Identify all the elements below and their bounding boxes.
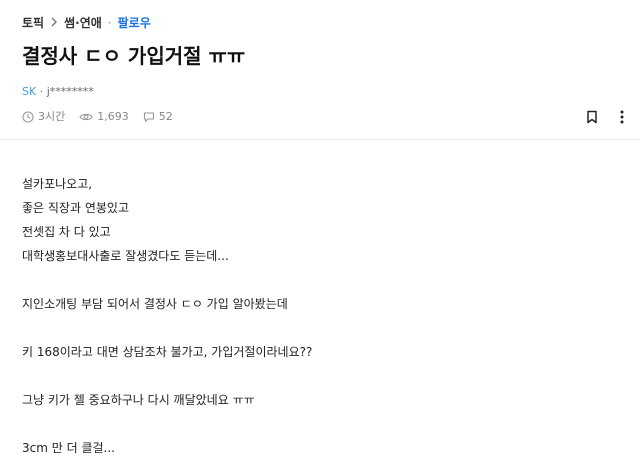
- chevron-right-icon: [50, 14, 58, 32]
- author-id: j********: [46, 85, 94, 98]
- more-vertical-icon: [620, 110, 624, 124]
- content-gap: [22, 364, 312, 388]
- eye-icon: [79, 113, 93, 121]
- view-count: 1,693: [97, 110, 129, 123]
- content-line: 지인소개팅 부담 되어서 결정사 ㄷㅇ 가입 알아봤는데: [22, 297, 288, 311]
- post-content: 설카포나오고, 좋은 직장과 연봉있고 전셋집 차 다 있고 대학생홍보대사출로…: [22, 172, 312, 460]
- post-actions: [586, 109, 624, 128]
- content-line: 그냥 키가 젤 중요하구나 다시 깨달았네요 ㅠㅠ: [22, 393, 255, 407]
- content-gap: [22, 268, 312, 292]
- clock-icon: [22, 111, 34, 123]
- breadcrumb-topic[interactable]: 토픽: [22, 14, 44, 32]
- follow-button[interactable]: 팔로우: [118, 14, 151, 32]
- content-line: 설카포나오고,: [22, 177, 93, 191]
- speech-bubble-icon: [143, 112, 154, 122]
- content-line: 키 168이라고 대면 상담조차 불가고, 가입거절이라네요??: [22, 345, 313, 359]
- breadcrumb: 토픽 썸·연애 · 팔로우: [22, 14, 151, 32]
- bookmark-icon: [587, 110, 597, 124]
- author-info: SK · j********: [22, 84, 94, 100]
- comments-stat[interactable]: 52: [143, 109, 173, 125]
- comment-count: 52: [158, 110, 173, 123]
- author-company[interactable]: SK: [22, 85, 36, 98]
- author-separator: ·: [36, 85, 47, 98]
- content-line: 좋은 직장과 연봉있고: [22, 201, 129, 215]
- more-button[interactable]: [620, 109, 624, 128]
- content-line: 전셋집 차 다 있고: [22, 225, 111, 239]
- breadcrumb-category[interactable]: 썸·연애: [64, 14, 102, 32]
- content-line: 대학생홍보대사출로 잘생겼다도 듣는데...: [22, 249, 229, 263]
- breadcrumb-separator: ·: [107, 16, 112, 30]
- time-stat: 3시간: [22, 109, 65, 125]
- post-time: 3시간: [38, 110, 66, 123]
- post-stats: 3시간 1,693 52: [22, 109, 173, 125]
- content-line: 3cm 만 더 클걸...: [22, 441, 115, 455]
- views-stat: 1,693: [79, 109, 129, 125]
- post-title: 결정사 ㄷㅇ 가입거절 ㅠㅠ: [22, 44, 246, 68]
- header-divider: [0, 139, 640, 140]
- content-gap: [22, 412, 312, 436]
- content-gap: [22, 316, 312, 340]
- post-page: 토픽 썸·연애 · 팔로우 결정사 ㄷㅇ 가입거절 ㅠㅠ SK · j*****…: [0, 0, 640, 455]
- bookmark-button[interactable]: [586, 109, 598, 128]
